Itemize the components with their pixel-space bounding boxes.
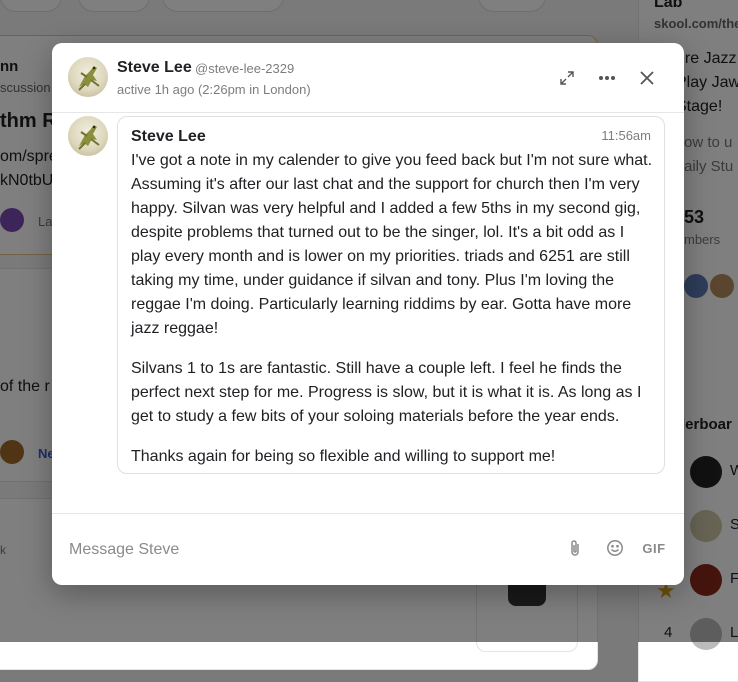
message-paragraph: I've got a note in my calender to give y… — [131, 152, 653, 337]
sender-avatar[interactable] — [68, 116, 108, 156]
frog-avatar-icon — [78, 125, 100, 150]
emoji-icon[interactable] — [604, 538, 626, 558]
message-composer: GIF — [52, 513, 684, 585]
close-icon[interactable] — [636, 67, 658, 89]
avatar[interactable] — [68, 57, 108, 97]
message-time: 11:56am — [601, 128, 651, 143]
contact-handle: @steve-lee-2329 — [195, 61, 295, 76]
paperclip-icon[interactable] — [566, 538, 584, 558]
gif-button[interactable]: GIF — [640, 538, 668, 558]
expand-icon[interactable] — [556, 67, 578, 89]
chat-modal: Steve Lee @steve-lee-2329 active 1h ago … — [52, 43, 684, 585]
message-sender: Steve Lee — [131, 128, 206, 145]
more-options-icon[interactable] — [596, 67, 618, 89]
chat-header: Steve Lee @steve-lee-2329 active 1h ago … — [52, 43, 684, 113]
message-paragraph: Thanks again for being so flexible and w… — [131, 448, 556, 465]
contact-name[interactable]: Steve Lee — [117, 59, 192, 77]
contact-status: active 1h ago (2:26pm in London) — [117, 82, 311, 97]
frog-avatar-icon — [78, 66, 100, 91]
message-bubble: Steve Lee 11:56am I've got a note in my … — [117, 116, 665, 474]
message-paragraph: Silvans 1 to 1s are fantastic. Still hav… — [131, 360, 642, 425]
message-input[interactable] — [69, 536, 539, 564]
